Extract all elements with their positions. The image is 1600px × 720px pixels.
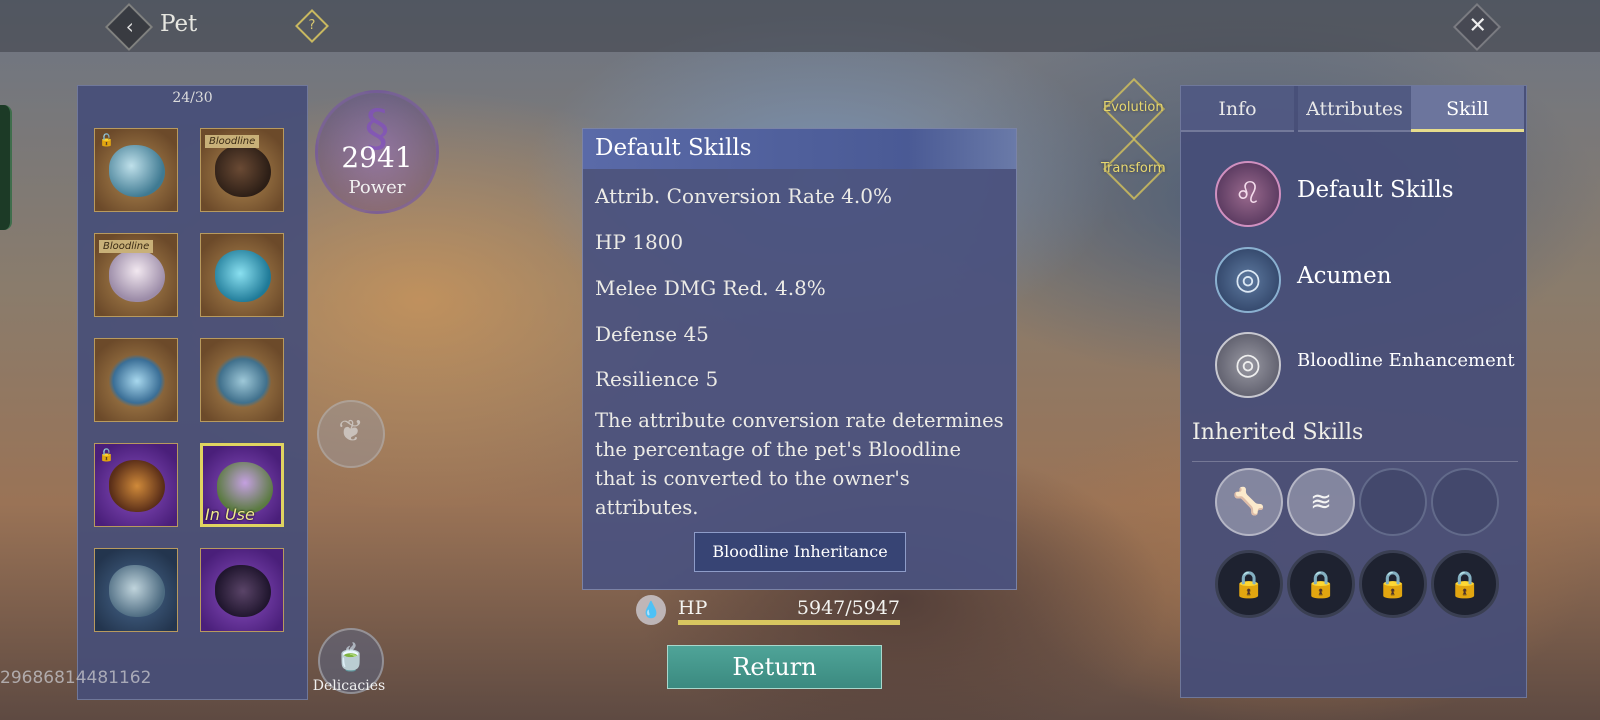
pet-portrait [215,250,271,302]
close-icon: ✕ [1468,13,1487,39]
pet-slot-9[interactable] [94,548,178,632]
stat-line: Melee DMG Red. 4.8% [595,276,826,300]
power-label: Power [348,177,406,198]
hp-bar-fill [678,620,900,625]
stat-line: Attrib. Conversion Rate 4.0% [595,184,892,208]
pet-count: 24/30 [172,90,213,106]
pet-slot-3[interactable]: Bloodline [94,233,178,317]
lock-icon[interactable]: 🔒 [1359,550,1427,618]
pet-slot-5[interactable] [94,338,178,422]
bloodline-tag: Bloodline [99,240,154,253]
evolution-label: Evolution [1103,100,1164,115]
empty-skill-slot[interactable] [1359,468,1427,536]
stat-line: Resilience 5 [595,367,719,391]
skill-name: Default Skills [1297,177,1454,203]
bone-icon[interactable]: 🦴 [1215,468,1283,536]
lock-icon: 🔓 [99,133,114,147]
lock-icon[interactable]: 🔒 [1431,550,1499,618]
inherited-skills-title: Inherited Skills [1192,420,1364,445]
tab-info[interactable]: Info [1181,86,1294,132]
pet-portrait [109,460,165,512]
pet-list-panel: 24/30 🔓 Bloodline Bloodline 🔓 In Use [77,85,308,700]
back-icon: ‹ [125,14,134,39]
top-bar [0,0,1600,52]
skill-description: The attribute conversion rate determines… [595,409,1004,519]
spiral-icon[interactable]: ◎ [1215,247,1281,313]
page-title: Pet [160,11,198,37]
pet-slot-2[interactable]: Bloodline [200,128,284,212]
pet-portrait [109,250,165,302]
droplet-icon: 💧 [636,595,666,625]
pet-detail-panel: Info Attributes Skill ♌ Default Skills ◎… [1180,85,1527,698]
bowl-icon: 🍵 [334,643,368,673]
in-use-badge: In Use [205,505,255,524]
transform-label: Transform [1101,161,1166,176]
popup-title: Default Skills [595,135,752,161]
lock-icon[interactable]: 🔒 [1287,550,1355,618]
pet-portrait [215,355,271,407]
tab-attributes[interactable]: Attributes [1298,86,1411,132]
hp-label: HP [678,597,708,619]
hp-value: 5947/5947 [796,597,900,619]
pet-slot-6[interactable] [200,338,284,422]
flame-bird-icon[interactable]: ❦ [317,400,385,468]
claw-icon[interactable]: ≋ [1287,468,1355,536]
pet-portrait [215,145,271,197]
help-icon: ? [308,18,316,33]
tab-skill[interactable]: Skill [1411,86,1524,132]
pet-slot-4[interactable] [200,233,284,317]
power-value: 2941 [341,141,413,174]
delicacies-label: Delicacies [312,678,386,694]
pet-slot-1[interactable]: 🔓 [94,128,178,212]
side-drawer-handle[interactable] [0,105,12,230]
pet-slot-7[interactable]: 🔓 [94,443,178,527]
pet-slot-8[interactable]: In Use [200,443,284,527]
skill-name: Bloodline Enhancement [1297,350,1515,371]
hp-bar [678,620,900,625]
lion-icon[interactable]: ♌ [1215,161,1281,227]
pet-portrait [109,145,165,197]
skill-detail-popup: Default Skills Attrib. Conversion Rate 4… [582,128,1017,590]
power-emblem: § 2941 Power [315,90,439,214]
divider [1192,461,1518,462]
pet-portrait [109,565,165,617]
stat-line: Defense 45 [595,322,709,346]
pet-portrait [215,565,271,617]
pet-slot-10[interactable] [200,548,284,632]
lock-icon: 🔓 [99,448,114,462]
skill-name: Acumen [1297,263,1392,289]
empty-skill-slot[interactable] [1431,468,1499,536]
lock-icon[interactable]: 🔒 [1215,550,1283,618]
return-button[interactable]: Return [667,645,882,689]
bloodline-inheritance-button[interactable]: Bloodline Inheritance [694,532,906,572]
stat-line: HP 1800 [595,230,684,254]
pet-portrait [109,355,165,407]
spiral-icon[interactable]: ◎ [1215,332,1281,398]
bloodline-tag: Bloodline [205,135,260,148]
player-id: 29686814481162 [0,668,152,688]
